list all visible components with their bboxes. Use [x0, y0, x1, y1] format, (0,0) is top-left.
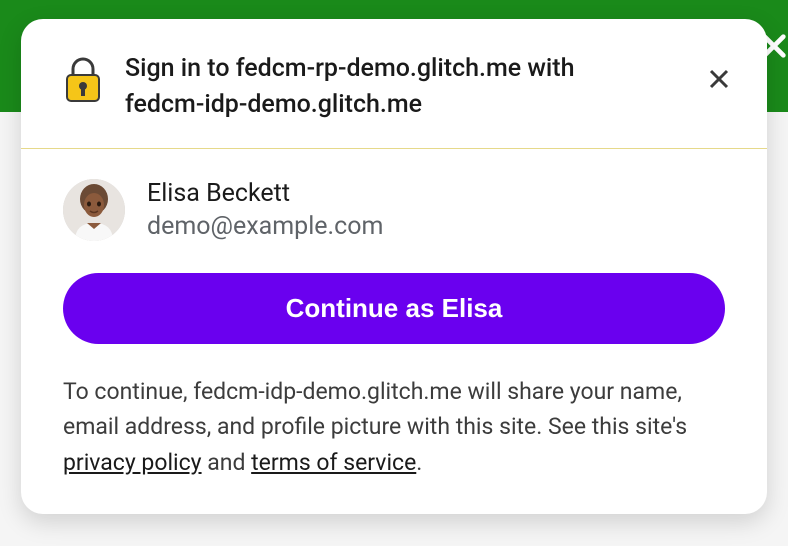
- close-button[interactable]: [699, 59, 739, 99]
- dialog-title-line1: Sign in to fedcm-rp-demo.glitch.me with: [125, 54, 575, 83]
- dialog-title-line2: fedcm-idp-demo.glitch.me: [125, 90, 422, 119]
- avatar: [63, 179, 125, 241]
- account-row: Elisa Beckett demo@example.com: [21, 149, 767, 269]
- dialog-header: Sign in to fedcm-rp-demo.glitch.me with …: [21, 19, 767, 149]
- disclosure-mid: and: [202, 449, 252, 476]
- disclosure-text: To continue, fedcm-idp-demo.glitch.me wi…: [21, 344, 767, 515]
- account-name: Elisa Beckett: [147, 179, 383, 208]
- terms-of-service-link[interactable]: terms of service: [251, 449, 416, 476]
- continue-button[interactable]: Continue as Elisa: [63, 273, 725, 344]
- close-icon: [707, 67, 731, 91]
- privacy-policy-link[interactable]: privacy policy: [63, 449, 202, 476]
- disclosure-post: .: [416, 449, 422, 476]
- dialog-title: Sign in to fedcm-rp-demo.glitch.me with …: [125, 51, 687, 124]
- account-email: demo@example.com: [147, 212, 383, 241]
- signin-dialog: Sign in to fedcm-rp-demo.glitch.me with …: [21, 19, 767, 514]
- lock-icon: [63, 57, 103, 107]
- disclosure-pre: To continue, fedcm-idp-demo.glitch.me wi…: [63, 378, 687, 441]
- account-info: Elisa Beckett demo@example.com: [147, 179, 383, 241]
